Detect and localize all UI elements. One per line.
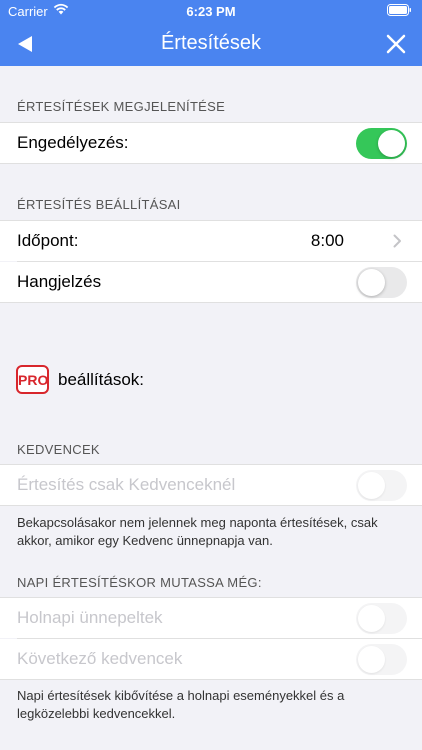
- section-header-daily: NAPI ÉRTESÍTÉSKOR MUTASSA MÉG:: [17, 575, 262, 590]
- next-favorites-label: Következő kedvencek: [17, 649, 183, 668]
- page-title: Értesítések: [160, 32, 262, 54]
- pro-badge-text: PRO: [18, 372, 49, 388]
- daily-note: Napi értesítések kibővítése a holnapi es…: [17, 688, 345, 721]
- toggle-knob: [358, 269, 385, 296]
- enable-label: Engedélyezés:: [17, 133, 129, 152]
- time-label: Időpont:: [17, 231, 79, 250]
- divider: [0, 505, 422, 506]
- battery-icon: [387, 4, 412, 19]
- navigation-bar: Értesítések: [0, 22, 422, 66]
- status-bar: Carrier 6:23 PM: [0, 0, 422, 22]
- toggle-knob: [378, 130, 405, 157]
- row-enable: Engedélyezés:: [0, 123, 422, 163]
- section-header-favorites: KEDVENCEK: [17, 442, 100, 457]
- row-time[interactable]: Időpont: 8:00: [0, 221, 422, 261]
- row-next-favorites: Következő kedvencek: [0, 639, 422, 679]
- row-sound: Hangjelzés: [0, 262, 422, 302]
- divider: [0, 302, 422, 303]
- favorites-only-toggle[interactable]: [356, 470, 407, 501]
- next-favorites-toggle[interactable]: [356, 644, 407, 675]
- tomorrow-label: Holnapi ünnepeltek: [17, 608, 163, 627]
- favorites-only-label: Értesítés csak Kedvenceknél: [17, 475, 236, 494]
- section-header-display: ÉRTESÍTÉSEK MEGJELENÍTÉSE: [17, 99, 226, 114]
- enable-toggle[interactable]: [356, 128, 407, 159]
- row-tomorrow: Holnapi ünnepeltek: [0, 598, 422, 638]
- sound-toggle[interactable]: [356, 267, 407, 298]
- time-value: 8:00: [310, 231, 344, 250]
- divider: [0, 163, 422, 164]
- sound-label: Hangjelzés: [17, 272, 102, 291]
- pro-settings-label: beállítások:: [58, 370, 144, 389]
- toggle-knob: [358, 472, 385, 499]
- close-icon[interactable]: [384, 32, 408, 56]
- toggle-knob: [358, 646, 385, 673]
- toggle-knob: [358, 605, 385, 632]
- favorites-note: Bekapcsolásakor nem jelennek meg naponta…: [17, 515, 378, 548]
- chevron-right-icon: [393, 234, 402, 248]
- tomorrow-toggle[interactable]: [356, 603, 407, 634]
- status-time: 6:23 PM: [186, 4, 236, 19]
- pro-badge: PRO: [16, 365, 49, 394]
- section-header-settings: ÉRTESÍTÉS BEÁLLÍTÁSAI: [17, 197, 181, 212]
- row-favorites-only: Értesítés csak Kedvenceknél: [0, 465, 422, 505]
- divider: [0, 679, 422, 680]
